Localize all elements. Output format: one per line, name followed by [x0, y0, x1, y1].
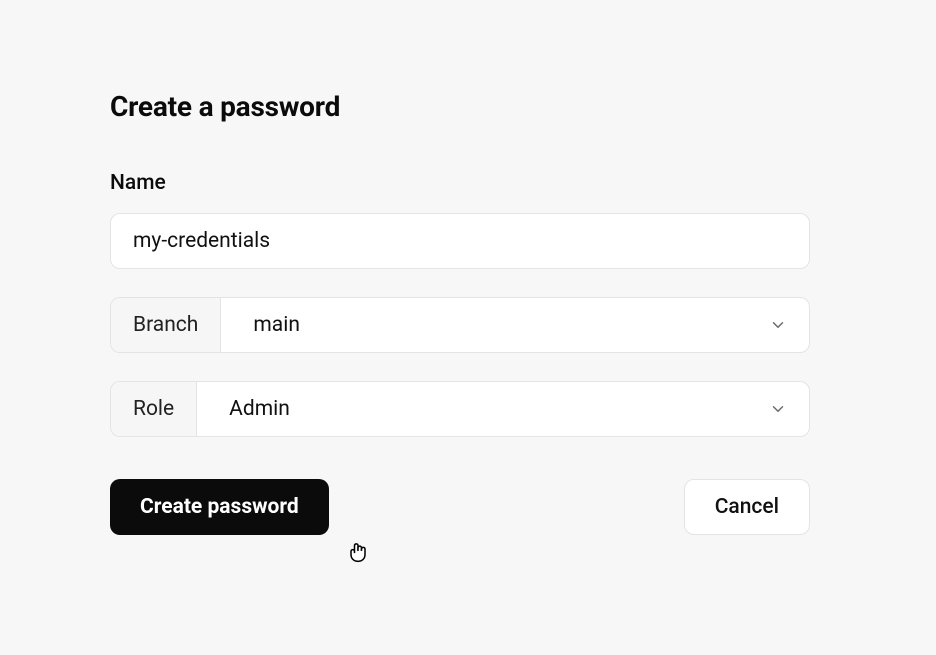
cancel-button[interactable]: Cancel [684, 479, 810, 535]
branch-label: Branch [111, 298, 221, 352]
role-label: Role [111, 382, 197, 436]
cursor-pointer-icon [344, 538, 372, 570]
role-field: Role Admin [110, 381, 810, 437]
name-label: Name [110, 171, 810, 195]
branch-select[interactable]: main [221, 298, 809, 352]
page-title: Create a password [110, 90, 810, 123]
role-select-value: Admin [229, 397, 290, 421]
branch-field: Branch main [110, 297, 810, 353]
name-input[interactable] [110, 213, 810, 269]
branch-select-value: main [253, 313, 300, 337]
button-row: Create password Cancel [110, 479, 810, 535]
create-password-form: Create a password Name Branch main Role … [110, 90, 810, 535]
chevron-down-icon [769, 400, 787, 418]
create-password-button[interactable]: Create password [110, 479, 329, 535]
chevron-down-icon [769, 316, 787, 334]
role-select[interactable]: Admin [197, 382, 809, 436]
